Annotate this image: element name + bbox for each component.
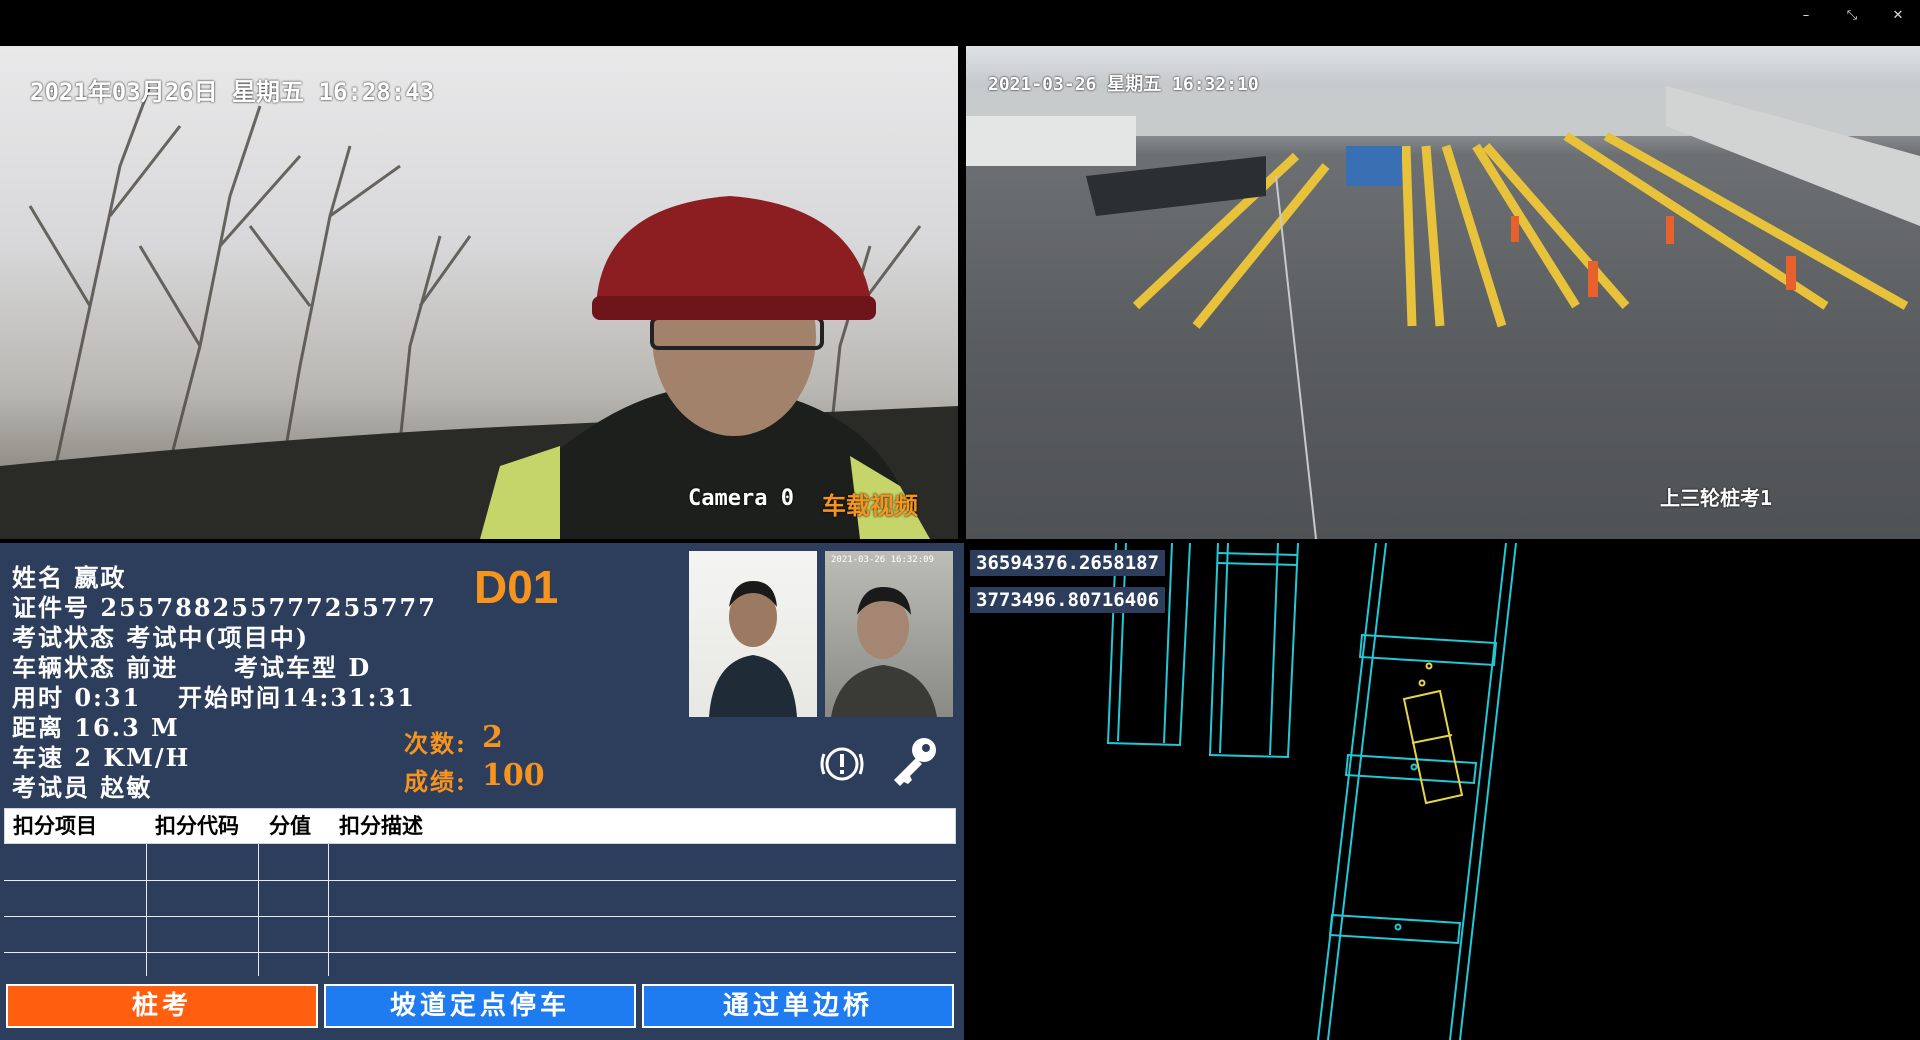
header-points: 分值	[269, 814, 311, 838]
camera1-timestamp: 2021年03月26日 星期五 16:28:43	[30, 78, 435, 106]
live-photo-caption: 2021-03-26 16:32:09	[831, 555, 934, 565]
in-vehicle-camera-feed: 2021年03月26日 星期五 16:28:43 Camera 0 车载视频	[0, 46, 958, 539]
header-description: 扣分描述	[339, 814, 423, 838]
score-label: 成绩:	[404, 767, 467, 796]
key-icon[interactable]	[886, 734, 942, 790]
table-row-line	[4, 916, 956, 917]
score-value: 100	[482, 758, 545, 793]
track-map	[966, 543, 1920, 1040]
item-button-slope-stop[interactable]: 坡道定点停车	[324, 984, 636, 1028]
header-deduction-code: 扣分代码	[155, 814, 239, 838]
track-map-drawing	[1106, 543, 1517, 1040]
field-camera-image	[966, 86, 1920, 539]
table-row-line	[4, 952, 956, 953]
title-bar: – ⤡ ✕	[0, 0, 1920, 46]
minimize-icon[interactable]: –	[1794, 6, 1818, 26]
table-divider	[328, 844, 329, 976]
start-time: 开始时间14:31:31	[178, 683, 416, 712]
attempt-count-label: 次数:	[404, 729, 467, 758]
deduction-table-header: 扣分项目 扣分代码 分值 扣分描述	[4, 808, 956, 844]
alert-icon[interactable]	[818, 740, 866, 788]
table-divider	[146, 844, 147, 976]
camera2-timestamp: 2021-03-26 星期五 16:32:10	[988, 74, 1259, 95]
field-camera-feed: 2021-03-26 星期五 16:32:10 上三轮桩考1	[966, 46, 1920, 539]
camera2-label: 上三轮桩考1	[1660, 486, 1773, 510]
live-capture-photo: 2021-03-26 16:32:09	[825, 551, 953, 717]
registered-photo	[689, 551, 817, 717]
examiner: 考试员 赵敏	[12, 773, 153, 802]
header-deduction-item: 扣分项目	[13, 814, 97, 838]
camera1-label: Camera 0	[688, 486, 794, 511]
attempt-count-value: 2	[482, 720, 503, 755]
item-button-single-bridge[interactable]: 通过单边桥	[642, 984, 954, 1028]
table-divider	[258, 844, 259, 976]
item-button-pile-test[interactable]: 桩考	[6, 984, 318, 1028]
close-icon[interactable]: ✕	[1886, 6, 1910, 26]
camera1-name: 车载视频	[822, 492, 918, 520]
coordinate-y: 3773496.80716406	[970, 587, 1166, 613]
coordinate-x: 36594376.2658187	[970, 550, 1166, 576]
in-vehicle-camera-image	[0, 85, 958, 539]
table-row-line	[4, 880, 956, 881]
restore-icon[interactable]: ⤡	[1840, 6, 1864, 26]
vehicle-code: D01	[474, 561, 559, 613]
